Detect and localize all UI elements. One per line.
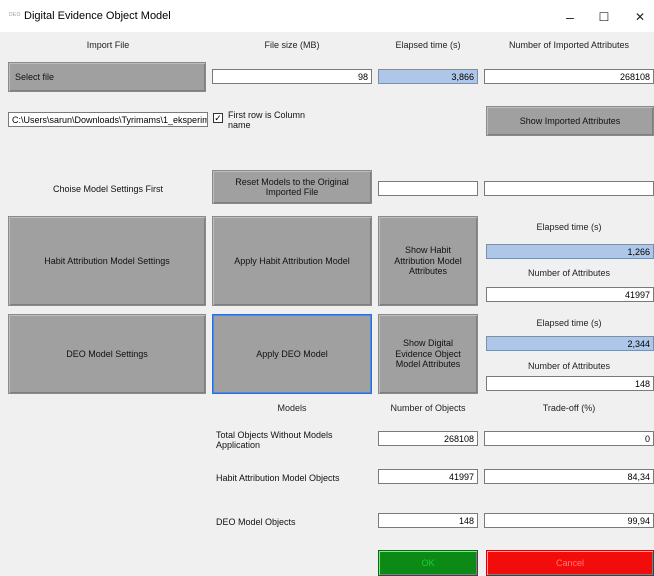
show-habit-attributes-button[interactable]: Show Habit Attribution Model Attributes [378, 216, 478, 306]
app-icon: DEO [9, 12, 21, 18]
elapsed-time-field[interactable]: 3,866 [378, 69, 478, 84]
deo-attributes-label: Number of Attributes [527, 361, 611, 371]
show-imported-attributes-button[interactable]: Show Imported Attributes [486, 106, 654, 136]
reset-status-field-2[interactable] [484, 181, 654, 196]
apply-deo-button[interactable]: Apply DEO Model [212, 314, 372, 394]
deo-attributes-field[interactable]: 148 [486, 376, 654, 391]
reset-models-button[interactable]: Reset Models to the Original Imported Fi… [212, 170, 372, 204]
summary-row-tradeoff[interactable]: 0 [484, 431, 654, 446]
habit-elapsed-field[interactable]: 1,266 [486, 244, 654, 259]
minimize-button[interactable]: – [556, 6, 584, 28]
summary-row-objects[interactable]: 148 [378, 513, 478, 528]
ok-button[interactable]: OK [378, 550, 478, 576]
deo-elapsed-field[interactable]: 2,344 [486, 336, 654, 351]
maximize-button[interactable]: ☐ [590, 6, 618, 28]
habit-attributes-field[interactable]: 41997 [486, 287, 654, 302]
summary-header-models: Models [277, 403, 307, 413]
apply-habit-button[interactable]: Apply Habit Attribution Model [212, 216, 372, 306]
summary-row-objects[interactable]: 41997 [378, 469, 478, 484]
file-path-field[interactable]: C:\Users\sarun\Downloads\Tyrimams\1_eksp… [8, 112, 208, 127]
summary-row-label: DEO Model Objects [216, 517, 296, 527]
summary-row-tradeoff[interactable]: 99,94 [484, 513, 654, 528]
habit-attributes-label: Number of Attributes [527, 268, 611, 278]
habit-settings-button[interactable]: Habit Attribution Model Settings [8, 216, 206, 306]
imported-attributes-field[interactable]: 268108 [484, 69, 654, 84]
file-size-field[interactable]: 98 [212, 69, 372, 84]
choose-model-settings-label: Choise Model Settings First [52, 184, 164, 194]
summary-header-tradeoff: Trade-off (%) [542, 403, 596, 413]
summary-row-tradeoff[interactable]: 84,34 [484, 469, 654, 484]
deo-elapsed-label: Elapsed time (s) [536, 318, 602, 328]
header-file-size: File size (MB) [264, 40, 320, 50]
checkmark-icon: ✓ [214, 112, 222, 123]
deo-settings-button[interactable]: DEO Model Settings [8, 314, 206, 394]
title-bar: DEO Digital Evidence Object Model – ☐ ✕ [0, 0, 654, 32]
first-row-label: First row is Column name [228, 110, 306, 131]
first-row-checkbox[interactable]: ✓ [213, 113, 223, 123]
header-import-file: Import File [86, 40, 130, 50]
header-elapsed-time: Elapsed time (s) [395, 40, 461, 50]
close-button[interactable]: ✕ [626, 6, 654, 28]
show-deo-attributes-button[interactable]: Show Digital Evidence Object Model Attri… [378, 314, 478, 394]
cancel-button[interactable]: Cancel [486, 550, 654, 576]
window-title: Digital Evidence Object Model [24, 10, 171, 22]
reset-status-field-1[interactable] [378, 181, 478, 196]
select-file-button[interactable]: Select file [8, 62, 206, 92]
header-imported-attributes: Number of Imported Attributes [508, 40, 630, 50]
summary-row-label: Total Objects Without Models Application [216, 430, 333, 451]
habit-elapsed-label: Elapsed time (s) [536, 222, 602, 232]
summary-header-objects: Number of Objects [390, 403, 466, 413]
summary-row-label: Habit Attribution Model Objects [216, 473, 340, 483]
summary-row-objects[interactable]: 268108 [378, 431, 478, 446]
